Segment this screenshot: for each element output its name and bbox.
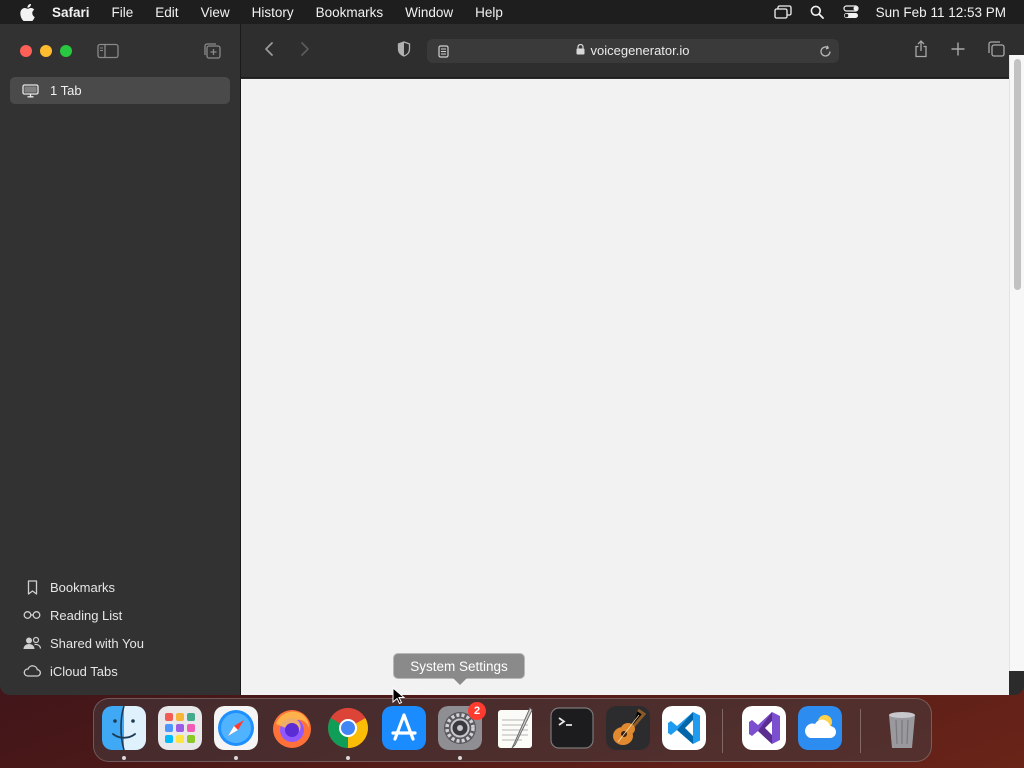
lock-icon	[576, 43, 585, 58]
firefox-icon[interactable]	[270, 706, 314, 750]
privacy-report-button[interactable]	[392, 39, 416, 63]
trash-icon[interactable]	[880, 706, 924, 750]
share-icon	[914, 39, 928, 63]
textedit-icon[interactable]	[494, 706, 538, 750]
scrollbar-thumb[interactable]	[1014, 59, 1021, 290]
shared-with-you-icon	[23, 635, 41, 651]
safari-icon[interactable]	[214, 706, 258, 750]
sidebar-toggle-icon[interactable]	[96, 39, 120, 63]
notification-badge: 2	[468, 702, 486, 720]
icloud-icon	[23, 663, 41, 679]
dock-separator	[860, 709, 861, 753]
menu-bar: Safari File Edit View History Bookmarks …	[0, 0, 1024, 24]
sidebar-item-label: iCloud Tabs	[50, 663, 118, 679]
menu-history[interactable]: History	[241, 5, 305, 20]
menu-file[interactable]: File	[101, 5, 145, 20]
sidebar-item-icloud-tabs[interactable]: iCloud Tabs	[0, 657, 240, 685]
new-tab-group-icon[interactable]	[200, 39, 224, 63]
apple-menu-icon[interactable]	[17, 2, 37, 22]
running-indicator	[458, 756, 462, 760]
reload-icon[interactable]	[817, 43, 833, 59]
chrome-icon[interactable]	[326, 706, 370, 750]
running-indicator	[234, 756, 238, 760]
sidebar-item-bookmarks[interactable]: Bookmarks	[0, 573, 240, 601]
url-display[interactable]: voicegenerator.io	[427, 43, 839, 58]
vertical-scrollbar[interactable]	[1009, 55, 1024, 671]
web-content[interactable]	[241, 79, 1009, 695]
menu-app-name[interactable]: Safari	[50, 5, 101, 20]
sidebar-item-label: Shared with You	[50, 635, 144, 651]
menu-view[interactable]: View	[190, 5, 241, 20]
dock-separator	[722, 709, 723, 753]
visual-studio-icon[interactable]	[742, 706, 786, 750]
menu-help[interactable]: Help	[464, 5, 514, 20]
window-zoom-button[interactable]	[60, 45, 72, 57]
sidebar-item-label: Reading List	[50, 607, 123, 623]
window-minimize-button[interactable]	[40, 45, 52, 57]
dock-tooltip: System Settings	[393, 653, 525, 679]
plus-icon	[951, 42, 965, 61]
weather-icon[interactable]	[798, 706, 842, 750]
tab-overview-icon	[987, 40, 1005, 62]
menu-edit[interactable]: Edit	[144, 5, 189, 20]
back-button[interactable]	[257, 39, 281, 63]
shield-icon	[397, 40, 411, 62]
sidebar-item-shared-with-you[interactable]: Shared with You	[0, 629, 240, 657]
new-tab-button[interactable]	[946, 39, 970, 63]
share-button[interactable]	[909, 39, 933, 63]
menu-window[interactable]: Window	[394, 5, 464, 20]
forward-button[interactable]	[293, 39, 317, 63]
address-bar[interactable]: voicegenerator.io	[427, 39, 839, 63]
screen-mirroring-icon[interactable]	[772, 3, 794, 21]
vscode-icon[interactable]	[662, 706, 706, 750]
finder-icon[interactable]	[102, 706, 146, 750]
sidebar-item-label: Bookmarks	[50, 579, 116, 595]
tab-group-label: 1 Tab	[50, 83, 82, 98]
menu-bookmarks[interactable]: Bookmarks	[305, 5, 395, 20]
mouse-cursor-icon	[392, 686, 406, 705]
launchpad-icon[interactable]	[158, 706, 202, 750]
dock	[93, 698, 932, 762]
garageband-icon[interactable]	[606, 706, 650, 750]
tab-overview-button[interactable]	[984, 39, 1008, 63]
reading-list-icon	[23, 607, 41, 623]
chevron-left-icon	[264, 41, 274, 62]
control-center-icon[interactable]	[840, 3, 862, 21]
spotlight-search-icon[interactable]	[806, 3, 828, 21]
display-icon	[22, 83, 42, 99]
sidebar-item-reading-list[interactable]: Reading List	[0, 601, 240, 629]
menu-bar-clock[interactable]: Sun Feb 11 12:53 PM	[876, 5, 1006, 20]
url-text: voicegenerator.io	[590, 43, 690, 58]
safari-window: 1 Tab Bookmarks Reading List Shared with…	[0, 24, 1024, 695]
window-close-button[interactable]	[20, 45, 32, 57]
toolbar: voicegenerator.io	[241, 24, 1024, 78]
running-indicator	[346, 756, 350, 760]
bookmark-icon	[23, 579, 41, 595]
running-indicator	[122, 756, 126, 760]
tab-group-item[interactable]: 1 Tab	[10, 77, 230, 104]
chevron-right-icon	[300, 41, 310, 62]
sidebar: 1 Tab Bookmarks Reading List Shared with…	[0, 24, 241, 695]
app-store-icon[interactable]	[382, 706, 426, 750]
sidebar-links: Bookmarks Reading List Shared with You i…	[0, 573, 240, 685]
tooltip-arrow	[453, 678, 467, 685]
terminal-icon[interactable]	[550, 706, 594, 750]
